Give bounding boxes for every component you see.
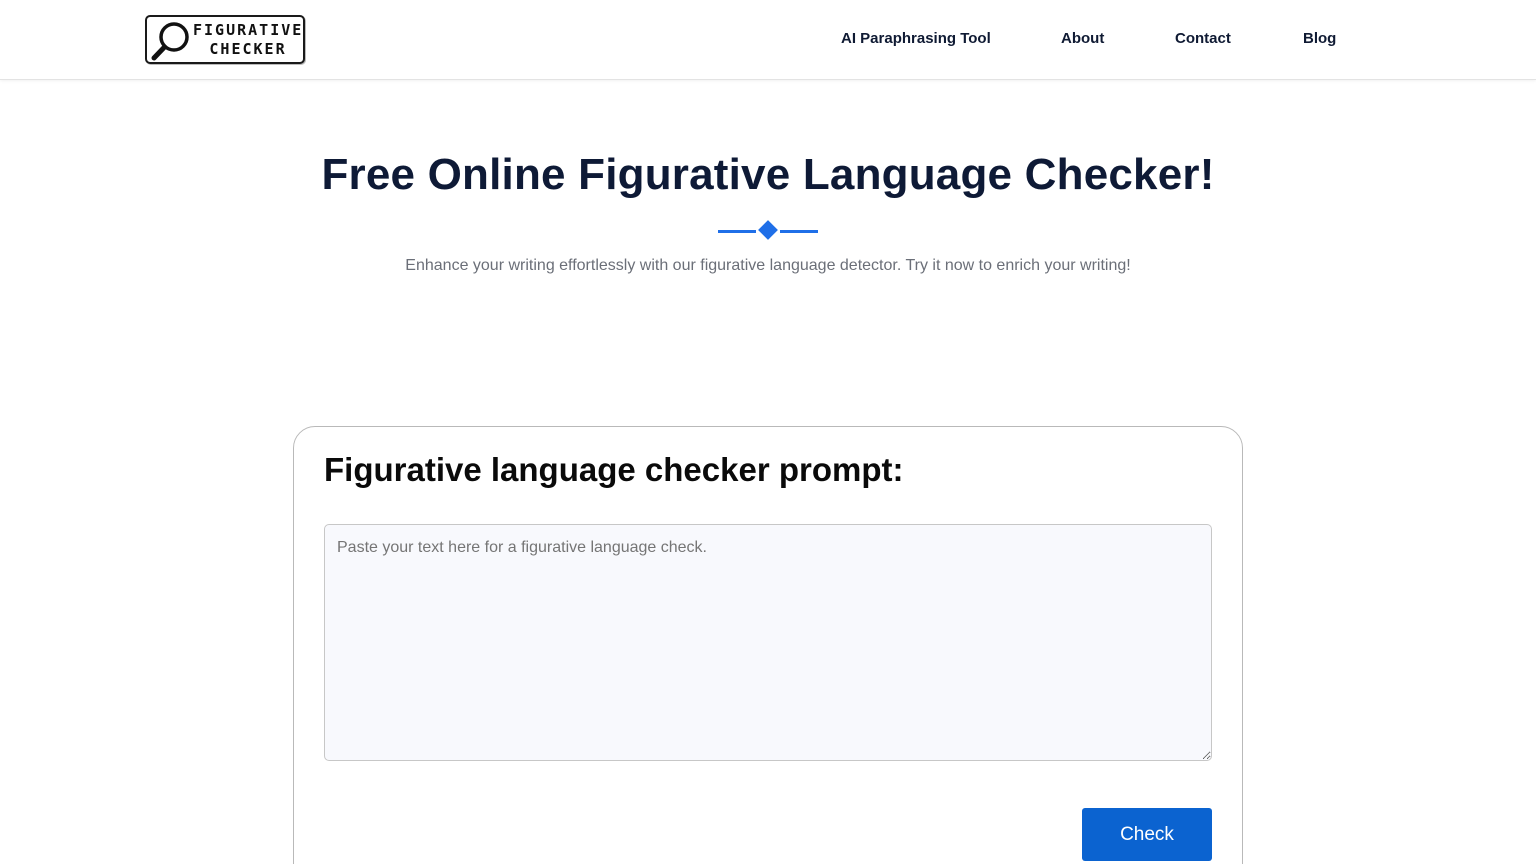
title-divider (718, 220, 818, 240)
page-title: Free Online Figurative Language Checker! (321, 150, 1215, 199)
nav-about[interactable]: About (1061, 30, 1104, 47)
main-nav: AI Paraphrasing Tool About Contact Blog (0, 30, 1536, 52)
diamond-icon (758, 220, 778, 240)
checker-title: Figurative language checker prompt: (324, 451, 904, 488)
nav-contact[interactable]: Contact (1175, 30, 1231, 47)
nav-ai-paraphrasing-tool[interactable]: AI Paraphrasing Tool (841, 30, 991, 47)
nav-blog[interactable]: Blog (1303, 30, 1336, 47)
site-header: FIGURATIVE CHECKER AI Paraphrasing Tool … (0, 0, 1536, 80)
check-button[interactable]: Check (1082, 808, 1212, 861)
checker-card: Figurative language checker prompt: Chec… (293, 426, 1243, 864)
text-input[interactable] (324, 524, 1212, 761)
page-subtitle: Enhance your writing effortlessly with o… (405, 257, 1131, 274)
divider-line-right (780, 230, 818, 233)
divider-line-left (718, 230, 756, 233)
